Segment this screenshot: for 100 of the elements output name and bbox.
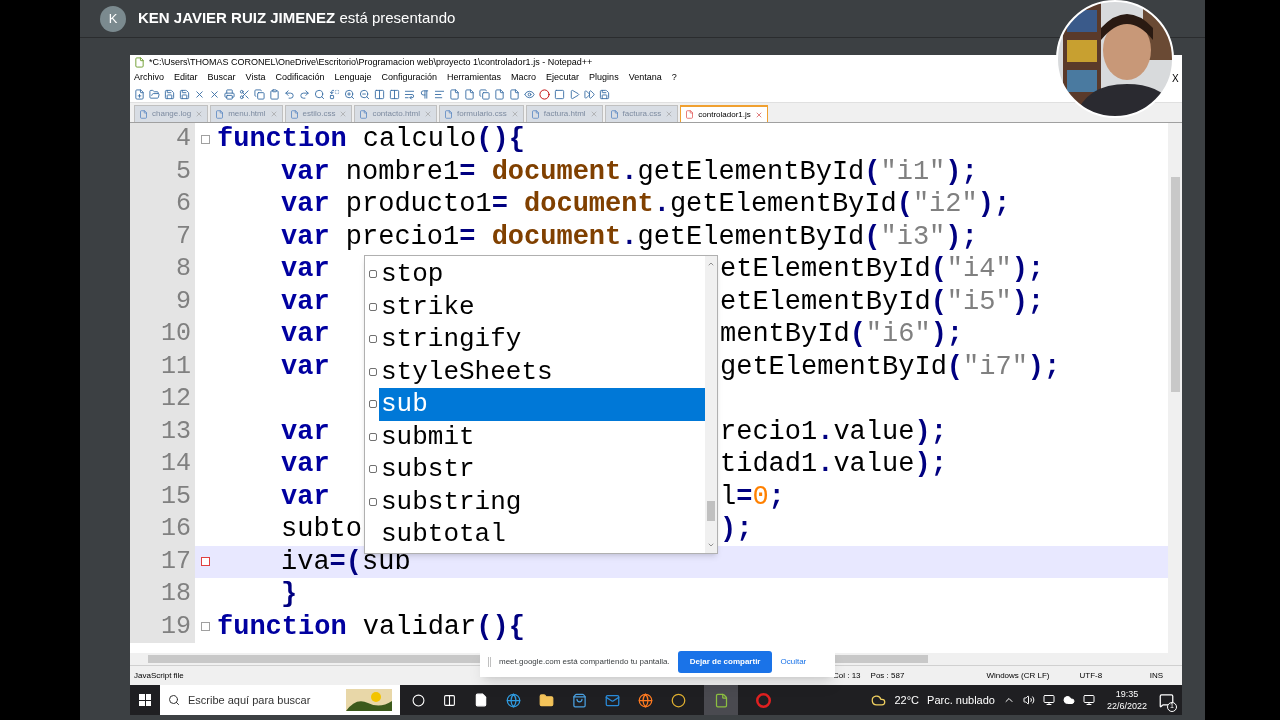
code-token: = <box>459 156 476 187</box>
code-token: document <box>523 189 654 219</box>
code-token: function <box>217 611 347 642</box>
code-token: ); <box>1011 286 1045 317</box>
line-number: 12 <box>130 383 195 416</box>
code-token: value <box>833 449 915 479</box>
temperature: 22°C <box>894 692 920 708</box>
code-token: . <box>621 221 638 252</box>
code-token: recio1 <box>720 416 818 447</box>
clock-date: 22/6/2022 <box>1106 700 1147 712</box>
code-token: getElementById <box>637 156 865 187</box>
code-token: etElementById <box>720 254 931 284</box>
code-token: (){ <box>476 124 525 154</box>
code-token: ( <box>864 221 881 252</box>
window-title: *C:\Users\THOMAS CORONEL\OneDrive\Escritorio\Programacion web\proyecto 1\controlador1.js - Notepad++ <box>149 55 593 69</box>
code-token: var <box>281 286 330 317</box>
line-number: 4 <box>130 123 195 156</box>
code-token: var <box>281 189 330 219</box>
code-token: iva <box>281 546 330 577</box>
code-token: "i5" <box>946 286 1012 317</box>
code-token: ( <box>946 351 964 382</box>
code-token: var <box>281 416 330 447</box>
insert-mode-label: INS <box>1149 669 1163 682</box>
code-token: = <box>459 221 476 252</box>
code-token: value <box>833 416 915 447</box>
code-token: nombre1 <box>344 156 460 187</box>
code-token: var <box>281 319 330 349</box>
code-token: var <box>281 481 330 512</box>
encoding-label: UTF-8 <box>1079 669 1103 682</box>
line-number: 7 <box>130 220 195 253</box>
code-token: =( <box>329 546 362 577</box>
code-token: ( <box>930 254 947 284</box>
code-token: precio1 <box>344 221 460 252</box>
code-token: sub <box>362 546 411 577</box>
line-number: 9 <box>130 285 195 318</box>
code-token: } <box>281 579 298 609</box>
code-token: getElementById <box>720 351 947 382</box>
line-number: 15 <box>130 480 195 513</box>
code-token: function <box>217 124 347 154</box>
code-token: ); <box>1011 254 1045 284</box>
code-token: 0 <box>752 481 769 512</box>
line-number: 18 <box>130 578 195 611</box>
code-token: producto1 <box>344 189 492 219</box>
code-token: ); <box>930 319 964 349</box>
code-token: subto <box>281 514 362 544</box>
file-type-label: JavaScript file <box>134 669 185 682</box>
code-token: var <box>281 221 330 252</box>
line-number: 5 <box>130 155 195 188</box>
code-token: ); <box>720 514 753 544</box>
code-token: ); <box>914 416 947 447</box>
code-token: = <box>491 189 508 219</box>
code-token: getElementById <box>637 221 865 252</box>
code-token: ( <box>930 286 947 317</box>
line-number: 10 <box>130 318 195 351</box>
code-token: ); <box>977 189 1011 219</box>
code-token: . <box>817 449 834 479</box>
code-token: var <box>281 449 330 479</box>
code-token: "i7" <box>963 351 1028 382</box>
code-token: . <box>621 156 638 187</box>
code-token: getElementById <box>669 189 897 219</box>
line-number: 19 <box>130 610 195 643</box>
code-token: ); <box>914 449 947 479</box>
code-token: var <box>281 351 330 382</box>
line-ending-label: Windows (CR LF) <box>986 669 1050 682</box>
code-token: var <box>281 156 330 187</box>
code-token: mentById <box>720 319 850 349</box>
code-token: "i2" <box>912 189 978 219</box>
avatar: K <box>100 5 126 32</box>
code-token: etElementById <box>720 286 931 317</box>
code-token: document <box>490 156 622 187</box>
code-token: ( <box>896 189 913 219</box>
code-token: "i3" <box>880 221 946 252</box>
code-token: tidad1 <box>720 449 818 479</box>
line-number: 6 <box>130 188 195 221</box>
code-token: "i4" <box>946 254 1012 284</box>
clock-time: 19:35 <box>1115 688 1139 700</box>
code-token: . <box>653 189 670 219</box>
position-label: Pos : 587 <box>870 669 905 682</box>
code-token: ( <box>849 319 866 349</box>
code-token: document <box>490 221 622 252</box>
line-number: 11 <box>130 350 195 383</box>
code-token: var <box>281 254 330 284</box>
share-message: meet.google.com está compartiendo tu pantalla. <box>499 656 670 668</box>
code-token: ; <box>768 481 785 512</box>
code-token: . <box>817 416 834 447</box>
code-token: calculo <box>361 124 477 154</box>
weather-text: Parc. nublado <box>927 692 995 708</box>
line-number: 13 <box>130 415 195 448</box>
code-token: (){ <box>476 611 525 642</box>
line-number: 16 <box>130 513 195 546</box>
code-token: ); <box>945 156 978 187</box>
code-token: validar <box>361 611 477 642</box>
presenter-text: KEN JAVIER RUIZ JIMENEZ está presentando <box>138 8 456 29</box>
code-token: "i1" <box>880 156 946 187</box>
line-number: 8 <box>130 253 195 286</box>
code-token: = <box>736 481 753 512</box>
code-token: ( <box>864 156 881 187</box>
code-token: ); <box>945 221 978 252</box>
line-number: 17 <box>130 545 195 578</box>
code-token: l <box>720 481 737 512</box>
